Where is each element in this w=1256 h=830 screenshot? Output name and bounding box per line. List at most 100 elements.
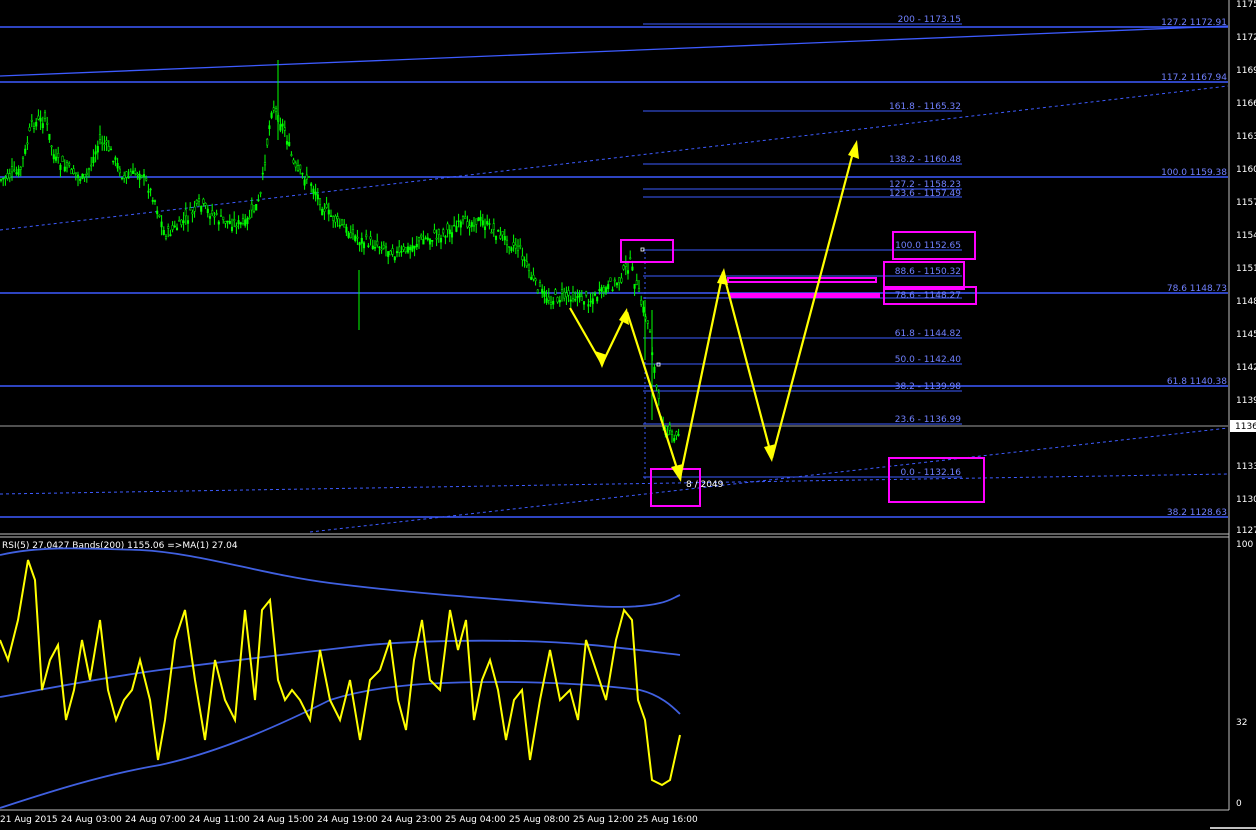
candle-body (508, 246, 511, 248)
rsi-scale-label: 32 (1236, 718, 1247, 728)
candle-body (439, 237, 443, 243)
candle-body (395, 251, 399, 254)
fib-label: 38.2 - 1139.98 (895, 382, 961, 392)
candle-body (156, 210, 159, 215)
candle-body (437, 229, 440, 235)
candle-body (497, 229, 500, 232)
candle-body (158, 214, 161, 217)
candle-body (431, 240, 434, 242)
candle-body (125, 171, 128, 178)
highlight-bar-lower[interactable] (730, 293, 880, 298)
candle-body (281, 123, 284, 127)
candle-body (490, 231, 493, 234)
candle-body (41, 123, 44, 129)
candle-body (527, 264, 531, 272)
candle-body (565, 292, 568, 297)
candle-body (162, 230, 165, 235)
candle-body (376, 240, 379, 246)
candle-body (142, 174, 146, 178)
candle-body (178, 220, 181, 222)
candle-body (211, 210, 214, 215)
candle-body (79, 178, 82, 181)
candle-body (301, 172, 304, 175)
candle-body (371, 245, 374, 250)
candle-body (404, 247, 407, 253)
candle-body (332, 216, 335, 221)
price-axis-label: 1160 (1236, 165, 1256, 175)
candle-body (145, 178, 148, 181)
candle-body (387, 251, 390, 257)
time-axis-label: 21 Aug 2015 (0, 815, 58, 825)
candle-body (250, 203, 253, 211)
candle-body (255, 204, 258, 211)
candle-body (384, 246, 388, 249)
candle-body (314, 191, 317, 196)
candle-body (424, 237, 427, 240)
candle-body (358, 242, 361, 246)
candle-body (259, 192, 262, 194)
candle-body (629, 257, 632, 260)
candle-body (512, 242, 515, 246)
candle-body (334, 215, 337, 223)
candle-body (417, 237, 421, 242)
candle-body (604, 287, 608, 293)
candle-body (268, 125, 271, 129)
candle-body (646, 320, 649, 324)
fib-label: 61.8 1140.38 (1167, 377, 1227, 387)
candle-body (208, 216, 212, 219)
candle-body (433, 229, 436, 234)
candle-body (558, 299, 561, 303)
time-axis-label: 25 Aug 04:00 (445, 815, 506, 825)
candle-body (668, 424, 671, 431)
candle-body (327, 209, 330, 215)
candle-body (642, 306, 645, 313)
candle-body (611, 289, 614, 291)
candle-body (442, 229, 445, 234)
candle-body (569, 299, 572, 302)
candle-body (323, 208, 326, 212)
candle-body (675, 431, 678, 436)
candle-body (677, 434, 680, 436)
candle-body (525, 261, 528, 267)
candle-body (195, 200, 198, 204)
candle-body (420, 234, 423, 238)
fib-label: 0.0 - 1132.16 (901, 468, 962, 478)
candle-body (171, 225, 174, 230)
candle-body (197, 198, 201, 202)
candle-body (648, 331, 652, 333)
candle-body (640, 299, 643, 305)
candle-body (123, 175, 126, 179)
price-axis-label: 1172 (1236, 33, 1256, 43)
candle-body (464, 216, 467, 220)
fib-label: 200 - 1173.15 (898, 15, 961, 25)
price-axis-label: 1157 (1236, 198, 1256, 208)
candle-body (63, 166, 66, 172)
candle-body (85, 172, 88, 175)
candle-body (184, 209, 187, 217)
candle-body (532, 274, 535, 280)
low-marker-label: 8 / 2049 (686, 480, 724, 490)
candle-body (580, 296, 583, 301)
candle-body (109, 148, 113, 151)
fib-label: 161.8 - 1165.32 (889, 102, 961, 112)
candle-body (312, 188, 315, 194)
candle-body (393, 256, 396, 261)
candle-body (39, 117, 42, 122)
candle-body (307, 176, 311, 178)
candle-body (343, 224, 346, 228)
candle-body (609, 277, 612, 282)
candle-body (426, 237, 429, 240)
candle-body (147, 190, 150, 193)
price-axis-label: 1139 (1236, 396, 1256, 406)
candle-body (105, 140, 108, 143)
candle-body (239, 222, 242, 225)
candle-body (92, 156, 95, 164)
trading-chart[interactable]: 200 - 1173.15 161.8 - 1165.32 138.2 - 11… (0, 0, 1256, 830)
candle-body (129, 171, 132, 176)
candle-body (585, 291, 588, 296)
candle-body (505, 239, 509, 246)
candle-body (288, 141, 291, 146)
candle-body (118, 168, 121, 174)
candle-body (321, 208, 324, 216)
price-axis-label: 1142 (1236, 363, 1256, 373)
